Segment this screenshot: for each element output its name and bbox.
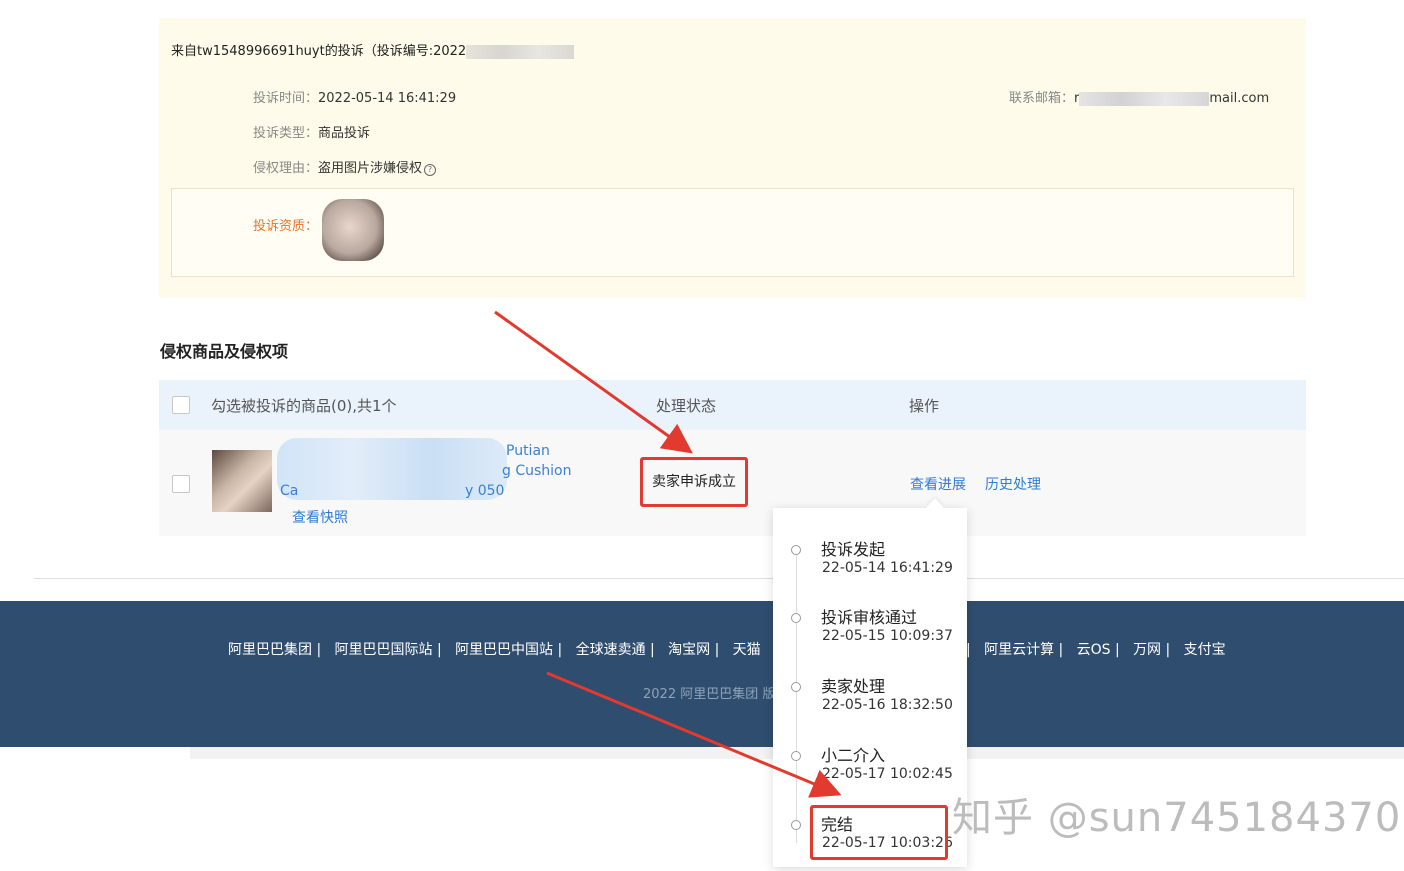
arrow-to-final xyxy=(546,671,842,798)
arrow-to-status xyxy=(494,310,693,454)
annotation-arrows xyxy=(494,310,842,798)
